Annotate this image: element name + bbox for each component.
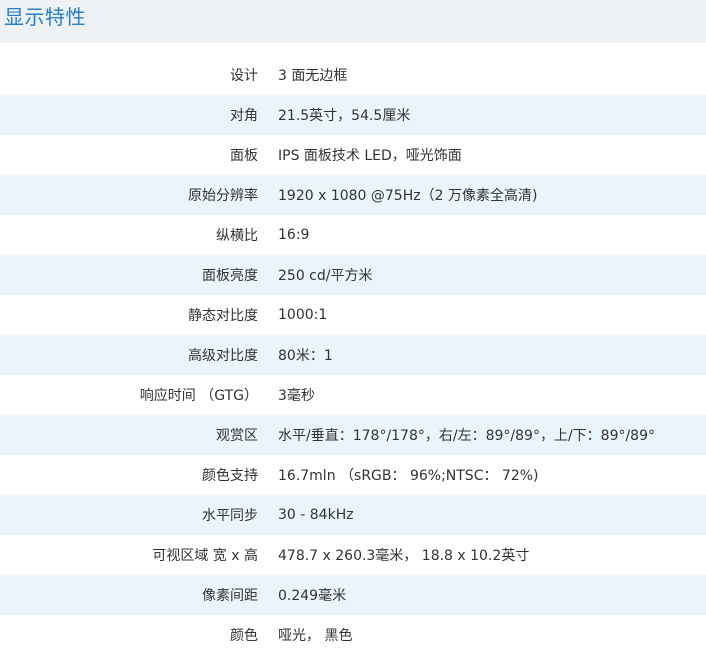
spec-row-color: 颜色 哑光， 黑色 <box>0 615 706 655</box>
spec-row-native-resolution: 原始分辨率 1920 x 1080 @75Hz（2 万像素全高清) <box>0 175 706 215</box>
spec-label: 水平同步 <box>202 508 258 524</box>
spec-label: 像素间距 <box>202 588 258 604</box>
spec-label: 对角 <box>230 108 258 124</box>
spec-row-advanced-contrast: 高级对比度 80米：1 <box>0 335 706 375</box>
spec-label: 高级对比度 <box>188 348 258 364</box>
spec-value: 21.5英寸，54.5厘米 <box>278 108 411 124</box>
spec-value: 16.7mln （sRGB： 96%;NTSC： 72%) <box>278 468 539 484</box>
spec-label: 响应时间 （GTG） <box>139 388 258 404</box>
spec-label: 可视区域 宽 x 高 <box>152 548 258 564</box>
spec-value: 0.249毫米 <box>278 588 347 604</box>
spec-row-aspect-ratio: 纵横比 16:9 <box>0 215 706 255</box>
spec-row-horizontal-sync: 水平同步 30 - 84kHz <box>0 495 706 535</box>
spec-row-color-support: 颜色支持 16.7mln （sRGB： 96%;NTSC： 72%) <box>0 455 706 495</box>
spec-row-diagonal: 对角 21.5英寸，54.5厘米 <box>0 95 706 135</box>
spec-value: 3毫秒 <box>278 388 315 404</box>
spec-label: 面板亮度 <box>202 268 258 284</box>
spec-value: 250 cd/平方米 <box>278 268 373 284</box>
section-title: 显示特性 <box>4 5 86 29</box>
spec-label: 颜色支持 <box>202 468 258 484</box>
spec-value: 478.7 x 260.3毫米， 18.8 x 10.2英寸 <box>278 548 530 564</box>
spec-row-response-time: 响应时间 （GTG） 3毫秒 <box>0 375 706 415</box>
spec-value: 30 - 84kHz <box>278 507 354 523</box>
spec-row-pixel-pitch: 像素间距 0.249毫米 <box>0 575 706 615</box>
spec-value: 水平/垂直：178°/178°，右/左：89°/89°，上/下：89°/89° <box>278 428 656 444</box>
spec-value: 1920 x 1080 @75Hz（2 万像素全高清) <box>278 188 538 204</box>
spec-value: 80米：1 <box>278 348 333 364</box>
spec-row-viewing-angle: 观赏区 水平/垂直：178°/178°，右/左：89°/89°，上/下：89°/… <box>0 415 706 455</box>
spec-row-panel: 面板 IPS 面板技术 LED，哑光饰面 <box>0 135 706 175</box>
spec-row-viewable-area: 可视区域 宽 x 高 478.7 x 260.3毫米， 18.8 x 10.2英… <box>0 535 706 575</box>
spec-value: 哑光， 黑色 <box>278 628 353 644</box>
spec-row-static-contrast: 静态对比度 1000:1 <box>0 295 706 335</box>
spec-label: 静态对比度 <box>188 308 258 324</box>
spec-label: 观赏区 <box>216 428 258 444</box>
spec-row-brightness: 面板亮度 250 cd/平方米 <box>0 255 706 295</box>
spec-label: 纵横比 <box>216 228 258 244</box>
spec-value: 3 面无边框 <box>278 68 348 84</box>
spec-label: 设计 <box>230 68 258 84</box>
section-header: 显示特性 <box>0 0 706 43</box>
spec-label: 颜色 <box>230 628 258 644</box>
spec-row-design: 设计 3 面无边框 <box>0 55 706 95</box>
spec-table: 设计 3 面无边框 对角 21.5英寸，54.5厘米 面板 IPS 面板技术 L… <box>0 55 706 655</box>
spec-label: 面板 <box>230 148 258 164</box>
spec-value: 1000:1 <box>278 307 328 323</box>
spec-value: IPS 面板技术 LED，哑光饰面 <box>278 148 462 164</box>
spec-label: 原始分辨率 <box>188 188 258 204</box>
spec-value: 16:9 <box>278 227 310 243</box>
